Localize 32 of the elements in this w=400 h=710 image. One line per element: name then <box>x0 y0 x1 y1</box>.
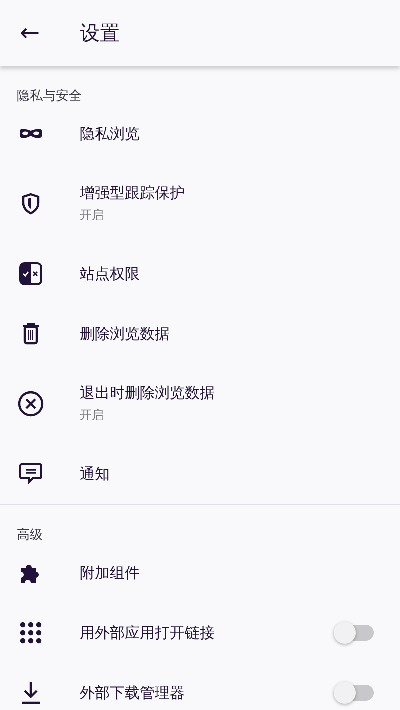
setting-label: 通知 <box>80 464 111 484</box>
settings-item[interactable]: 退出时删除浏览数据 开启 <box>0 364 400 444</box>
setting-label: 隐私浏览 <box>80 124 141 144</box>
back-button[interactable]: ← <box>12 13 48 53</box>
settings-item[interactable]: 隐私浏览 <box>0 104 400 164</box>
mask-icon <box>19 128 43 140</box>
setting-label: 用外部应用打开链接 <box>80 624 216 642</box>
setting-label: 退出时删除浏览数据 <box>80 384 216 403</box>
setting-summary: 开启 <box>80 207 105 224</box>
permissions-icon <box>19 262 43 286</box>
settings-item[interactable]: 用外部应用打开链接 <box>0 603 400 663</box>
settings-item[interactable]: 删除浏览数据 <box>0 304 400 364</box>
settings-item[interactable]: 通知 <box>0 444 400 504</box>
settings-item[interactable]: 站点权限 <box>0 244 400 304</box>
settings-item[interactable]: 附加组件 <box>0 543 400 603</box>
message-icon <box>19 463 43 485</box>
trash-icon <box>22 323 40 345</box>
grid-dots-icon <box>20 622 42 644</box>
setting-label: 删除浏览数据 <box>80 324 171 344</box>
section-header: 隐私与安全 <box>16 88 83 104</box>
section-header: 高级 <box>16 527 44 543</box>
setting-label: 站点权限 <box>80 264 141 284</box>
setting-label: 外部下载管理器 <box>80 684 186 702</box>
setting-label: 附加组件 <box>80 564 141 582</box>
page-title: 设置 <box>80 20 120 46</box>
setting-label: 增强型跟踪保护 <box>80 184 186 203</box>
download-icon <box>20 681 42 705</box>
close-circle-icon <box>18 391 44 417</box>
setting-summary: 开启 <box>80 407 105 424</box>
settings-item[interactable]: 外部下载管理器 <box>0 663 400 710</box>
shield-icon <box>22 193 40 215</box>
settings-item[interactable]: 增强型跟踪保护 开启 <box>0 164 400 244</box>
